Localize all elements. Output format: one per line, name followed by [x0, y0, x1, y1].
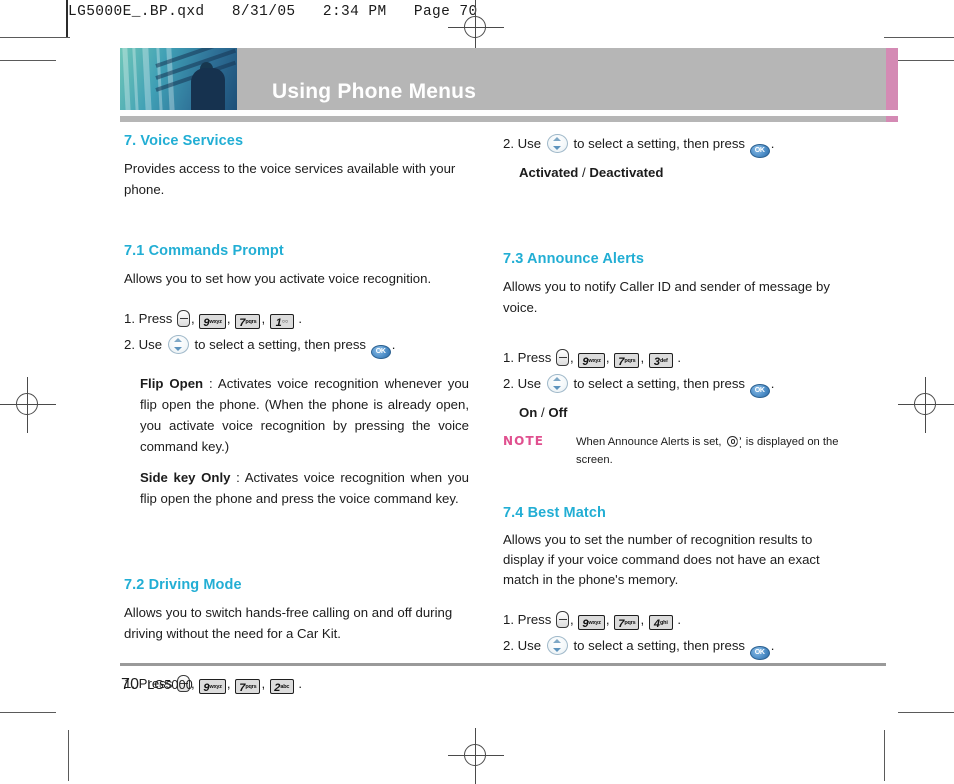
section-heading-best-match: 7.4 Best Match: [503, 505, 606, 521]
banner-underbar: [120, 116, 886, 122]
definition-term: Side key Only: [140, 470, 231, 485]
banner-photo: [120, 48, 237, 110]
footer-page-number: 70: [121, 676, 140, 693]
section-body-driving-mode: Allows you to switch hands-free calling …: [124, 605, 453, 641]
key-4-icon: 4ghi: [648, 615, 673, 630]
navigation-ring-icon: [167, 335, 189, 354]
step-prefix: 1. Press: [503, 350, 552, 365]
step-mid-text: to select a setting, then press: [194, 337, 367, 352]
menu-key-icon: [556, 611, 570, 628]
option-off: Off: [548, 405, 568, 420]
step-prefix: 2. Use: [503, 136, 542, 151]
footer-rule: [120, 663, 886, 666]
step-mid-text: to select a setting, then press: [573, 638, 746, 653]
step-prefix: 2. Use: [503, 638, 542, 653]
section-heading-voice-services: 7. Voice Services: [124, 133, 244, 149]
key-7-icon: 7pqrs: [235, 314, 261, 329]
navigation-ring-icon: [546, 134, 568, 153]
ok-key-icon: OK: [749, 384, 770, 398]
options-announce-alerts: On / Off: [519, 402, 848, 423]
ok-key-icon: OK: [749, 646, 770, 660]
option-activated: Activated: [519, 165, 579, 180]
step-suffix: .: [770, 136, 775, 151]
step-prefix: 1. Press: [124, 311, 173, 326]
navigation-ring-icon: [546, 374, 568, 393]
key-7-icon: 7pqrs: [235, 679, 261, 694]
key-7-icon: 7pqrs: [614, 353, 640, 368]
option-deactivated: Deactivated: [589, 165, 664, 180]
key-7-icon: 7pqrs: [614, 615, 640, 630]
navigation-ring-icon: [546, 636, 568, 655]
definition-flip-open: Flip Open : Activates voice recognition …: [140, 373, 469, 457]
step-suffix: .: [770, 376, 775, 391]
option-on: On: [519, 405, 538, 420]
left-column: 7. Voice Services Provides access to the…: [124, 133, 469, 699]
note-block: NOTE When Announce Alerts is set, is dis…: [503, 433, 848, 473]
step-prefix: 1. Press: [503, 612, 552, 627]
definition-side-key-only: Side key Only : Activates voice recognit…: [140, 467, 469, 509]
banner-underbar-accent: [886, 116, 898, 122]
menu-key-icon: [556, 349, 570, 366]
definition-term: Flip Open: [140, 376, 204, 391]
step-prefix: 2. Use: [124, 337, 163, 352]
section-heading-driving-mode: 7.2 Driving Mode: [124, 577, 242, 593]
step-2-commands-prompt: 2. Use to select a setting, then press O…: [124, 334, 469, 359]
key-9-icon: 9wxyz: [578, 353, 605, 368]
banner-accent-tab: [886, 48, 898, 110]
note-label: NOTE: [503, 434, 545, 448]
ok-key-icon: OK: [749, 144, 770, 158]
page-sheet: Using Phone Menus 7. Voice Services Prov…: [0, 0, 954, 781]
page-title: Using Phone Menus: [272, 80, 477, 103]
step-suffix: .: [391, 337, 396, 352]
speaker-icon: [726, 435, 741, 448]
step-1-best-match: 1. Press , 9wxyz, 7pqrs, 4ghi .: [503, 611, 682, 630]
section-body-best-match: Allows you to set the number of recognit…: [503, 532, 820, 587]
key-9-icon: 9wxyz: [199, 314, 226, 329]
step-prefix: 2. Use: [503, 376, 542, 391]
step-mid-text: to select a setting, then press: [573, 376, 746, 391]
page-banner: Using Phone Menus: [120, 48, 898, 110]
right-column: 2. Use to select a setting, then press O…: [503, 133, 848, 664]
section-heading-commands-prompt: 7.1 Commands Prompt: [124, 243, 284, 259]
step-2-best-match: 2. Use to select a setting, then press O…: [503, 635, 848, 660]
step-2-driving-mode: 2. Use to select a setting, then press O…: [503, 133, 848, 158]
step-1-commands-prompt: 1. Press , 9wxyz, 7pqrs, 1○○ .: [124, 310, 303, 329]
note-text-before: When Announce Alerts is set,: [576, 436, 722, 448]
key-2-icon: 2abc: [269, 679, 294, 694]
section-heading-announce-alerts: 7.3 Announce Alerts: [503, 251, 645, 267]
footer-model-name: LG5000: [147, 678, 193, 692]
step-2-announce-alerts: 2. Use to select a setting, then press O…: [503, 373, 848, 398]
ok-key-icon: OK: [370, 345, 391, 359]
option-separator: /: [578, 165, 590, 180]
option-separator: /: [537, 405, 549, 420]
menu-key-icon: [177, 310, 191, 327]
step-mid-text: to select a setting, then press: [573, 136, 746, 151]
options-driving-mode: Activated / Deactivated: [519, 162, 848, 183]
section-body-commands-prompt: Allows you to set how you activate voice…: [124, 271, 432, 286]
section-body-announce-alerts: Allows you to notify Caller ID and sende…: [503, 279, 830, 315]
note-text: When Announce Alerts is set, is displaye…: [576, 433, 848, 469]
key-9-icon: 9wxyz: [578, 615, 605, 630]
step-suffix: .: [770, 638, 775, 653]
key-3-icon: 3def: [648, 353, 673, 368]
key-9-icon: 9wxyz: [199, 679, 226, 694]
section-body-voice-services: Provides access to the voice services av…: [124, 161, 456, 197]
page-footer: 70 LG5000: [121, 676, 193, 694]
step-1-announce-alerts: 1. Press , 9wxyz, 7pqrs, 3def .: [503, 349, 682, 368]
key-1-icon: 1○○: [269, 314, 294, 329]
